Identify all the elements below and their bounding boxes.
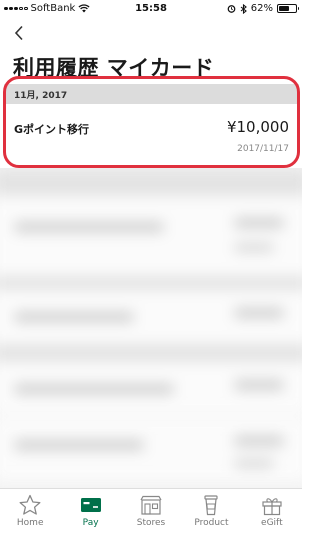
star-icon <box>19 494 41 515</box>
bluetooth-icon <box>240 3 247 14</box>
store-icon <box>140 495 162 515</box>
tab-label: Product <box>194 518 229 528</box>
section-month-label: 11月, 2017 <box>14 91 68 101</box>
chevron-left-icon <box>14 25 23 41</box>
back-button[interactable] <box>8 22 30 44</box>
history-amount: ¥10,000 <box>226 118 289 136</box>
tab-home[interactable]: Home <box>0 489 60 533</box>
card-icon <box>80 498 101 512</box>
battery-level <box>279 6 289 11</box>
tab-label: Home <box>16 518 44 528</box>
battery-percent: 62% <box>250 3 273 14</box>
tab-product[interactable]: Product <box>181 489 241 533</box>
gift-icon <box>262 498 282 516</box>
tab-label: Stores <box>136 518 166 528</box>
cup-icon <box>204 495 219 516</box>
status-bar: SoftBank 15:58 62% <box>0 0 302 18</box>
blurred-history-list <box>0 168 302 488</box>
tab-stores[interactable]: Stores <box>121 489 181 533</box>
tab-pay[interactable]: Pay <box>60 489 120 533</box>
battery-icon <box>277 4 299 13</box>
tab-label: eGift <box>261 518 283 528</box>
section-header: 11月, 2017 <box>4 84 299 104</box>
status-right: 62% <box>227 3 299 14</box>
alarm-icon <box>227 5 236 13</box>
tab-bar: Home Pay Stores Product eGift <box>0 488 302 533</box>
page-title: 利用履歴 マイカード <box>13 56 215 80</box>
history-date: 2017/11/17 <box>237 144 289 154</box>
tab-label: Pay <box>82 518 99 528</box>
tab-egift[interactable]: eGift <box>242 489 302 533</box>
history-row[interactable]: Gポイント移行 ¥10,000 2017/11/17 <box>4 104 299 162</box>
history-name: Gポイント移行 <box>14 123 90 136</box>
